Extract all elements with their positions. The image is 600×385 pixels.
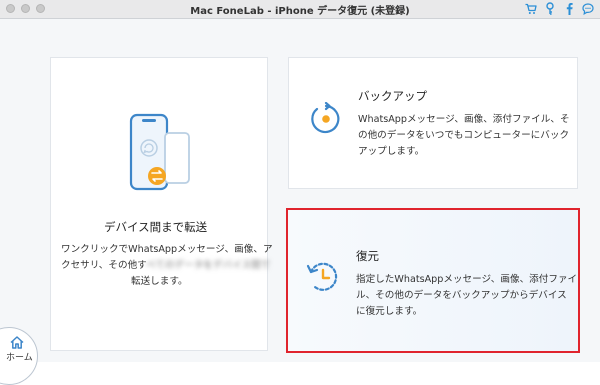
restore-description: 指定したWhatsAppメッセージ、画像、添付ファイ ル、その他のデータをバック… — [356, 272, 577, 320]
restore-desc-line3: に復元します。 — [356, 306, 423, 317]
backup-desc-line1: WhatsAppメッセージ、画像、添付ファイル、そ — [358, 114, 570, 125]
transfer-desc-line1: ワンクリックでWhatsAppメッセージ、画像、ア — [61, 244, 273, 255]
chat-icon[interactable] — [582, 2, 594, 15]
backup-title: バックアップ — [358, 89, 427, 103]
transfer-desc-line3: 転送します。 — [131, 276, 188, 287]
home-button[interactable]: ホーム — [0, 327, 42, 385]
transfer-card[interactable]: デバイス間まで転送 ワンクリックでWhatsAppメッセージ、画像、ア クセサリ… — [50, 57, 273, 351]
transfer-desc-line2-blurred: べてのデータをデバイス間で — [146, 260, 271, 271]
home-label: ホーム — [6, 353, 33, 363]
backup-desc-line3: アップします。 — [358, 146, 425, 157]
facebook-icon[interactable] — [563, 2, 575, 15]
restore-desc-line1: 指定したWhatsAppメッセージ、画像、添付ファイ — [356, 274, 578, 285]
restore-title: 復元 — [356, 249, 379, 263]
transfer-desc-line2: クセサリ、その他すべてのデータをデバイス間で — [61, 258, 273, 274]
toolbar-icons — [525, 2, 594, 15]
restore-card[interactable]: 復元 指定したWhatsAppメッセージ、画像、添付ファイ ル、その他のデータを… — [286, 208, 580, 353]
transfer-desc-line2-visible: クセサリ、その他す — [61, 260, 147, 271]
transfer-description: ワンクリックでWhatsAppメッセージ、画像、ア クセサリ、その他すべてのデー… — [61, 242, 273, 290]
main-content: デバイス間まで転送 ワンクリックでWhatsAppメッセージ、画像、ア クセサリ… — [0, 19, 600, 385]
backup-card[interactable]: バックアップ WhatsAppメッセージ、画像、添付ファイル、そ の他のデータを… — [288, 57, 578, 189]
backup-desc-line2: の他のデータをいつでもコンピューターにバック — [358, 130, 570, 141]
home-icon — [10, 336, 24, 349]
cart-icon[interactable] — [525, 2, 537, 15]
backup-description: WhatsAppメッセージ、画像、添付ファイル、そ の他のデータをいつでもコンピ… — [358, 112, 570, 160]
transfer-title: デバイス間まで転送 — [104, 220, 208, 234]
title-bar: Mac FoneLab - iPhone データ復元 (未登録) — [0, 0, 600, 19]
window-title: Mac FoneLab - iPhone データ復元 (未登録) — [190, 6, 410, 17]
restore-icon — [306, 262, 338, 291]
restore-desc-line2: ル、その他のデータをバックアップからデバイス — [356, 290, 567, 301]
backup-icon — [311, 102, 340, 134]
device-transfer-icon — [129, 113, 190, 191]
key-icon[interactable] — [544, 2, 556, 15]
